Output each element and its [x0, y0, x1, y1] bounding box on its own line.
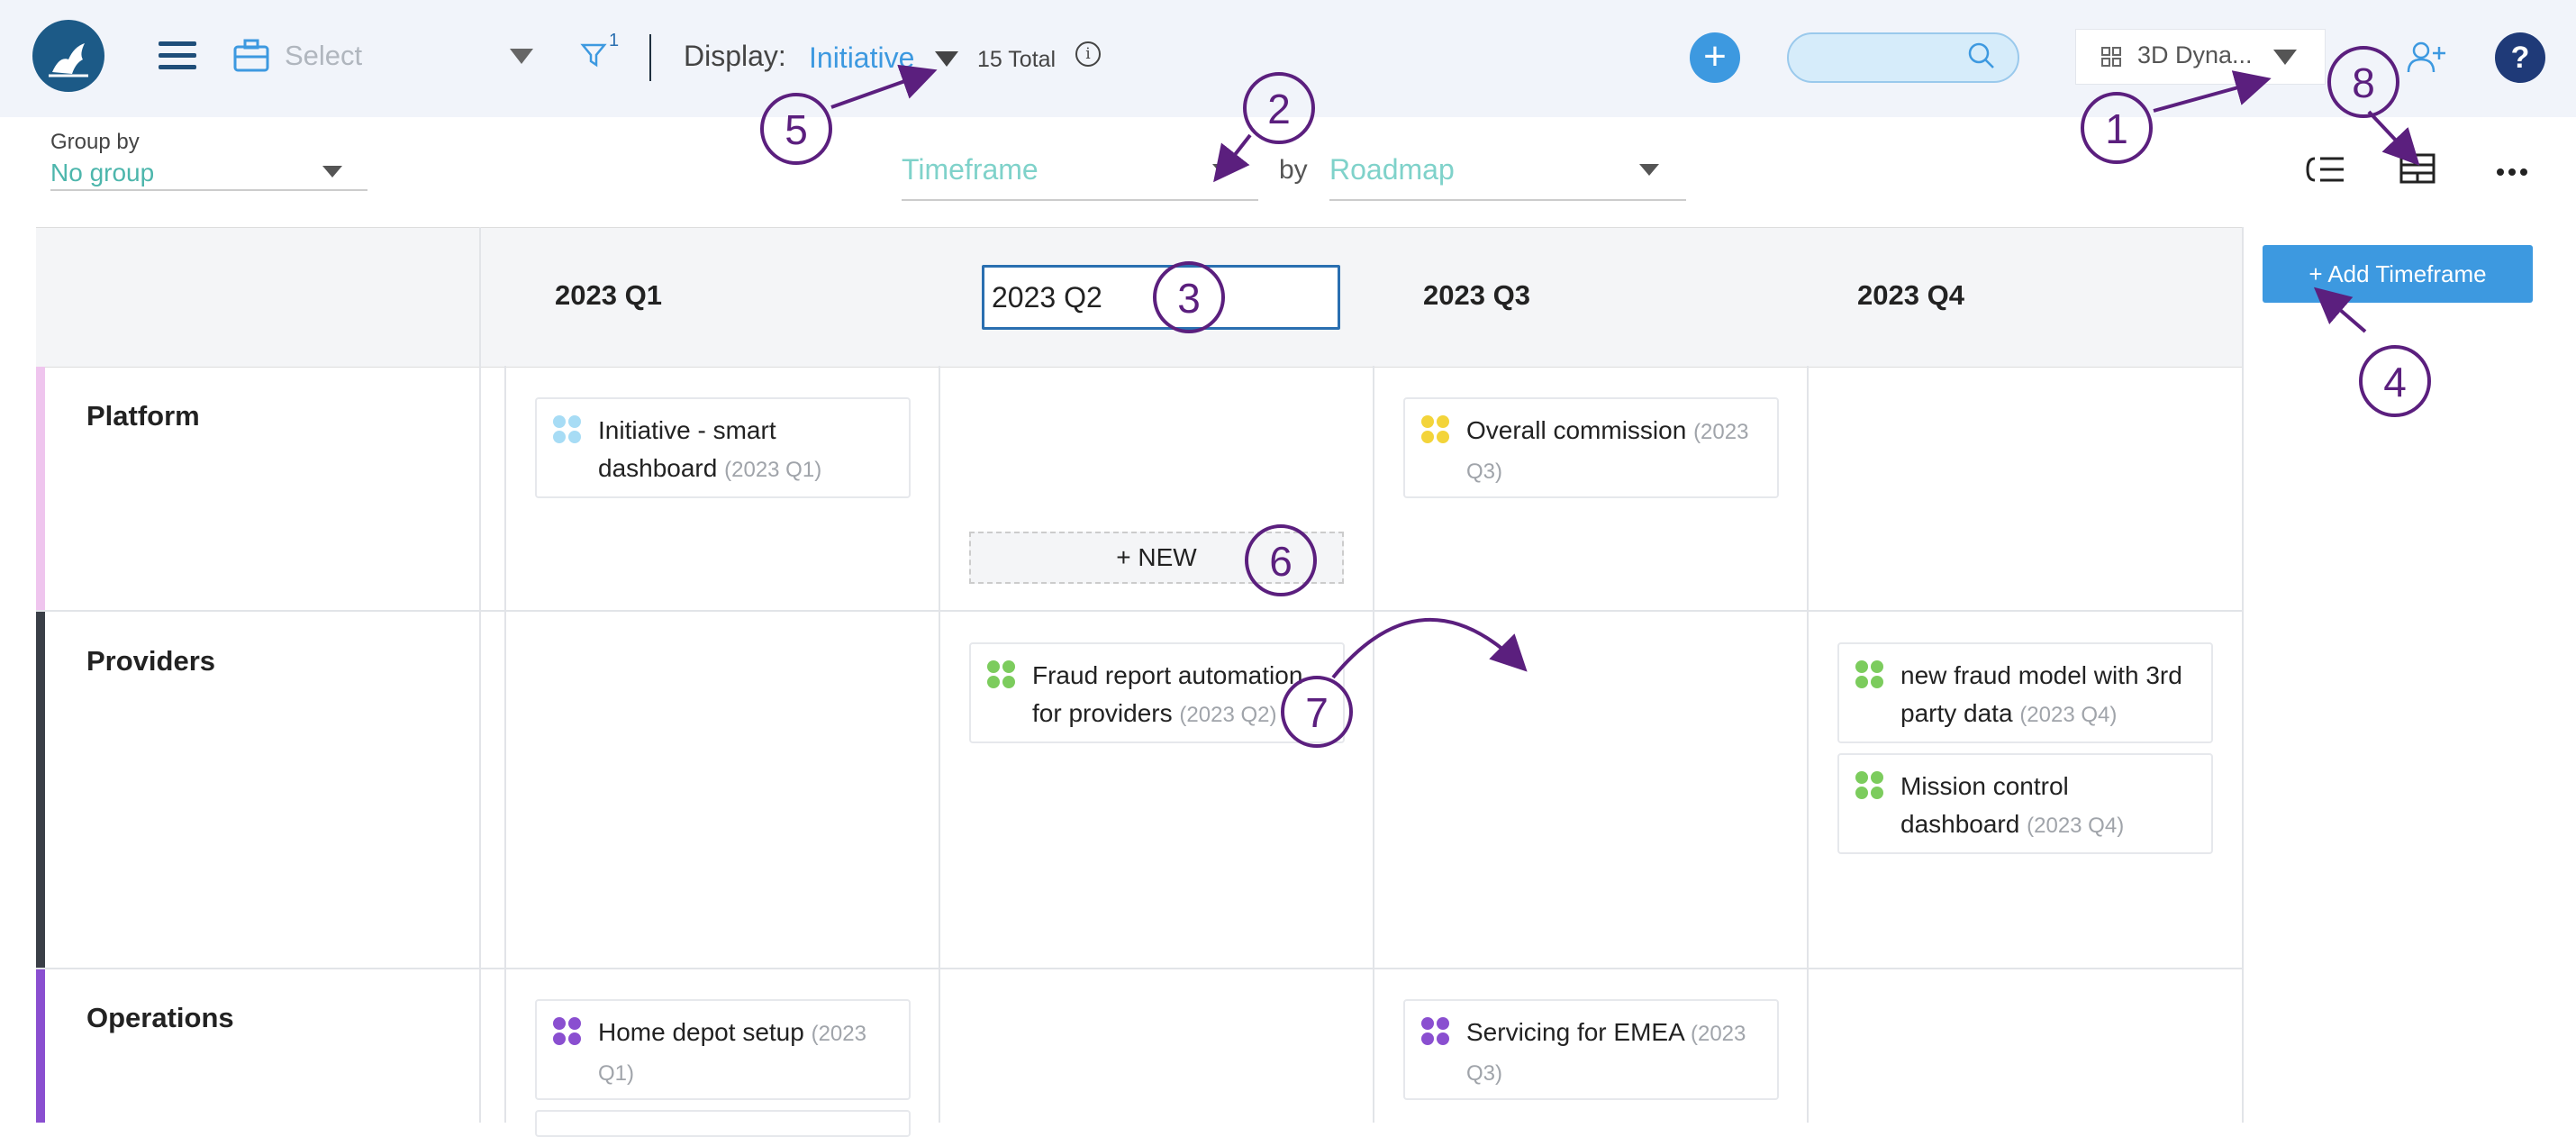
annotation-badge-6: 6 [1245, 524, 1317, 596]
annotation-badge-8: 8 [2327, 46, 2399, 118]
annotation-badge-7: 7 [1281, 676, 1353, 748]
annotation-badge-4: 4 [2359, 345, 2431, 417]
annotation-badge-2: 2 [1243, 72, 1315, 144]
annotation-badge-5: 5 [760, 93, 832, 165]
annotation-badge-1: 1 [2081, 92, 2153, 164]
annotation-badge-3: 3 [1153, 261, 1225, 333]
